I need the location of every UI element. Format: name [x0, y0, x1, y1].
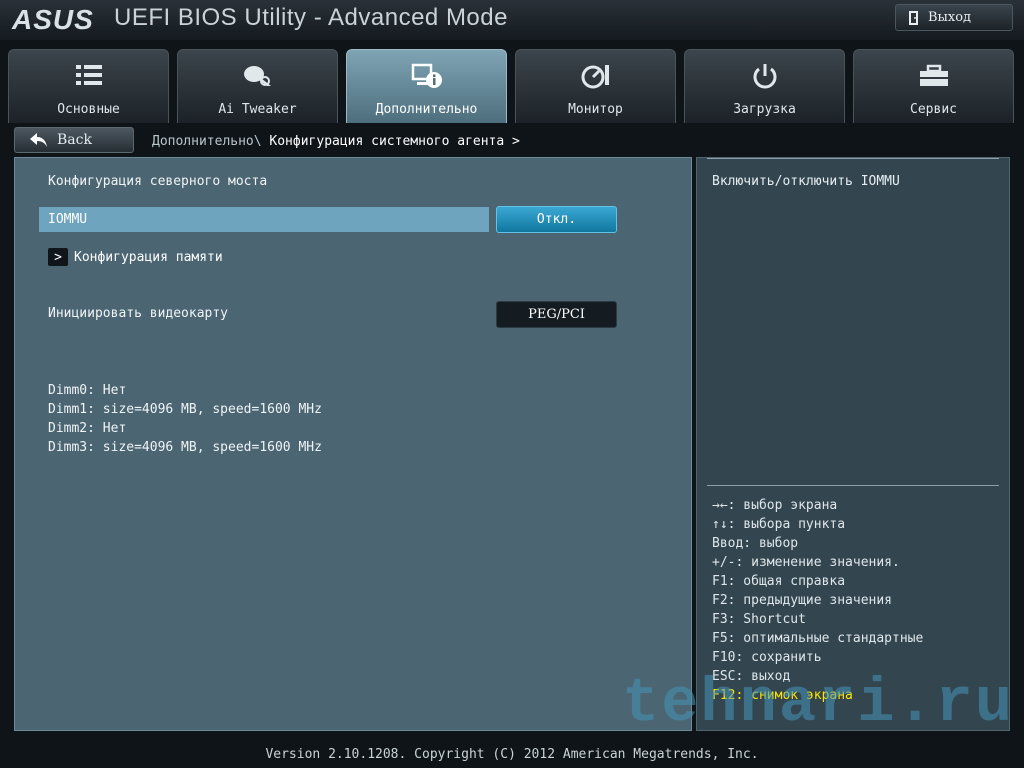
exit-button[interactable]: Выход: [895, 4, 1013, 31]
tool-icon: [854, 62, 1013, 90]
iommu-setting-row[interactable]: IOMMU: [39, 207, 489, 232]
list-icon: [9, 62, 168, 90]
key-hint: +/-: изменение значения.: [712, 555, 900, 570]
key-hint: F2: предыдущие значения: [712, 593, 893, 608]
dimm-info-line: Dimm1: size=4096 MB, speed=1600 MHz: [48, 402, 322, 417]
breadcrumb-parent[interactable]: Дополнительно\: [152, 134, 262, 149]
watermark: tehnari.ru: [622, 668, 1015, 739]
tab-tool[interactable]: Сервис: [853, 49, 1014, 123]
tab-ai-tweaker-label: Ai Tweaker: [218, 102, 297, 117]
tab-monitor-label: Монитор: [568, 102, 623, 117]
memory-config-submenu[interactable]: > Конфигурация памяти: [48, 248, 223, 266]
help-description: Включить/отключить IOMMU: [712, 174, 900, 189]
tab-monitor[interactable]: Монитор: [515, 49, 676, 123]
gpu-init-value-button[interactable]: PEG/PCI: [496, 301, 617, 328]
key-hint: →←: выбор экрана: [712, 498, 838, 513]
dimm-info-line: Dimm3: size=4096 MB, speed=1600 MHz: [48, 440, 322, 455]
tab-boot-label: Загрузка: [733, 102, 796, 117]
power-icon: [685, 62, 844, 90]
tab-boot[interactable]: Загрузка: [684, 49, 845, 123]
help-divider-keys: [707, 485, 999, 486]
back-arrow-icon: [30, 133, 47, 147]
iommu-label: IOMMU: [48, 212, 88, 227]
advanced-info-icon: [347, 62, 506, 90]
key-hint: F1: общая справка: [712, 574, 846, 589]
key-hint: ↑↓: выбора пункта: [712, 517, 846, 532]
version-footer: Version 2.10.1208. Copyright (C) 2012 Am…: [0, 740, 1024, 768]
tab-advanced[interactable]: Дополнительно: [346, 49, 507, 123]
monitor-gauge-icon: [516, 62, 675, 90]
section-title: Конфигурация северного моста: [48, 174, 268, 189]
main-tabs: Основные Ai Tweaker Дополнительно Монито…: [0, 49, 1024, 123]
dimm-info-line: Dimm2: Нет: [48, 421, 127, 436]
tab-main[interactable]: Основные: [8, 49, 169, 123]
iommu-value-button[interactable]: Откл.: [496, 206, 617, 233]
title-bar: ASUS UEFI BIOS Utility - Advanced Mode В…: [0, 0, 1024, 40]
dimm-info-line: Dimm0: Нет: [48, 383, 127, 398]
tab-advanced-label: Дополнительно: [375, 102, 478, 117]
back-button[interactable]: Back: [14, 127, 134, 153]
tab-ai-tweaker[interactable]: Ai Tweaker: [177, 49, 338, 123]
memory-config-label: Конфигурация памяти: [74, 249, 223, 265]
help-divider-top: [707, 158, 999, 159]
dimm-info-list: Dimm0: Нет Dimm1: size=4096 MB, speed=16…: [48, 381, 322, 457]
back-label: Back: [57, 132, 92, 148]
exit-door-icon: [909, 10, 918, 25]
key-hint: Ввод: выбор: [712, 536, 799, 551]
key-hint: F10: сохранить: [712, 650, 822, 665]
tab-tool-label: Сервис: [910, 102, 957, 117]
help-panel: Включить/отключить IOMMU →←: выбор экран…: [696, 157, 1010, 731]
key-hint: F3: Shortcut: [712, 612, 806, 627]
tweaker-icon: [178, 62, 337, 90]
gpu-init-label: Инициировать видеокарту: [48, 306, 229, 321]
key-hint: F5: оптимальные стандартные: [712, 631, 924, 646]
breadcrumb: Дополнительно\ Конфигурация системного а…: [152, 134, 520, 149]
asus-logo: ASUS: [12, 4, 94, 35]
settings-panel: Конфигурация северного моста IOMMU Откл.…: [14, 157, 692, 731]
app-title: UEFI BIOS Utility - Advanced Mode: [114, 4, 508, 31]
submenu-arrow-icon: >: [48, 248, 68, 266]
tab-main-label: Основные: [57, 102, 120, 117]
exit-label: Выход: [928, 10, 972, 25]
breadcrumb-current: Конфигурация системного агента >: [269, 134, 520, 149]
